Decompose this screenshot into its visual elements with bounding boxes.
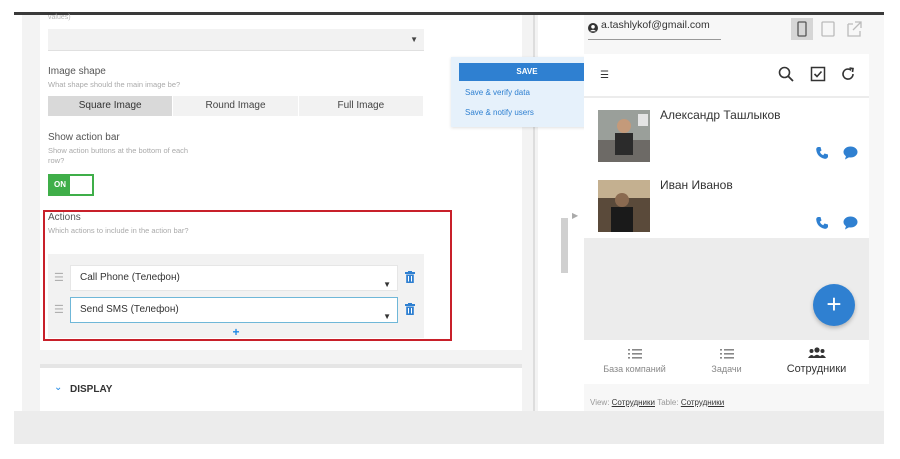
people-icon <box>807 347 826 358</box>
account-underline <box>588 39 721 40</box>
action-value: Send SMS (Телефон) <box>80 304 179 315</box>
action-select[interactable]: Send SMS (Телефон) ▼ <box>70 297 398 323</box>
trash-icon[interactable] <box>405 303 415 315</box>
faded-hint-text: values) <box>48 14 71 21</box>
list-icon <box>627 349 642 359</box>
account-email[interactable]: a.tashlykof@gmail.com <box>601 19 710 31</box>
bottom-strip <box>14 411 884 444</box>
checkbox-icon[interactable] <box>810 66 826 82</box>
action-bar-hint: Show action buttons at the bottom of eac… <box>48 146 189 165</box>
action-row: ☰ Send SMS (Телефон) ▼ <box>48 297 424 323</box>
table-link[interactable]: Сотрудники <box>681 398 724 407</box>
bottom-nav: База компаний Задачи Сотрудники <box>584 340 869 384</box>
external-link-icon[interactable] <box>845 18 863 40</box>
contact-photo <box>598 110 650 162</box>
add-fab-button[interactable]: + <box>813 284 855 326</box>
contact-name: Александр Ташлыков <box>660 108 781 122</box>
nav-label: Сотрудники <box>786 363 847 375</box>
tablet-view-icon[interactable] <box>819 18 837 40</box>
action-bar-label: Show action bar <box>48 132 120 143</box>
refresh-icon[interactable] <box>840 66 856 82</box>
display-section-title[interactable]: DISPLAY <box>70 384 112 395</box>
actions-hint: Which actions to include in the action b… <box>48 226 189 235</box>
image-shape-square[interactable]: Square Image <box>48 96 174 116</box>
search-icon[interactable] <box>778 66 794 82</box>
image-shape-hint: What shape should the main image be? <box>48 80 181 89</box>
message-icon[interactable] <box>843 146 858 160</box>
drag-handle-icon[interactable]: ☰ <box>54 303 64 316</box>
action-select[interactable]: Call Phone (Телефон) ▼ <box>70 265 398 291</box>
panel-splitter[interactable] <box>560 15 568 411</box>
table-label: Table: <box>657 398 679 407</box>
contact-card[interactable]: Иван Иванов <box>584 168 869 238</box>
trash-icon[interactable] <box>405 271 415 283</box>
action-bar-toggle[interactable]: ON <box>48 174 94 196</box>
phone-view-icon[interactable] <box>791 18 813 40</box>
caret-down-icon: ▼ <box>383 280 391 289</box>
nav-item-employees[interactable]: Сотрудники <box>769 344 864 375</box>
nav-label: Задачи <box>711 364 742 374</box>
image-shape-label: Image shape <box>48 66 106 77</box>
contact-card[interactable]: Александр Ташлыков <box>584 98 869 168</box>
view-label: View: <box>590 398 610 407</box>
toggle-knob <box>70 176 92 194</box>
nav-label: База компаний <box>603 364 666 374</box>
image-shape-selector: Square Image Round Image Full Image <box>48 96 424 116</box>
add-action-button[interactable]: + <box>48 326 424 338</box>
phone-icon[interactable] <box>815 146 829 160</box>
action-value: Call Phone (Телефон) <box>80 272 180 283</box>
chevron-down-icon[interactable]: ⌄ <box>54 382 62 393</box>
phone-icon[interactable] <box>815 216 829 230</box>
save-button[interactable]: SAVE <box>459 63 595 81</box>
toggle-on-text: ON <box>54 180 66 189</box>
save-notify-item[interactable]: Save & notify users <box>465 108 534 117</box>
list-icon <box>719 349 734 359</box>
view-link[interactable]: Сотрудники <box>612 398 655 407</box>
user-icon <box>588 23 598 33</box>
drag-handle-icon[interactable]: ☰ <box>54 271 64 284</box>
actions-label: Actions <box>48 212 81 223</box>
top-dropdown[interactable]: ▼ <box>48 29 424 51</box>
footer-links: View: Сотрудники Table: Сотрудники <box>590 398 724 407</box>
nav-item-companies[interactable]: База компаний <box>587 344 682 374</box>
nav-item-tasks[interactable]: Задачи <box>679 344 774 374</box>
expand-arrow-icon[interactable]: ▶ <box>572 211 578 220</box>
image-shape-round[interactable]: Round Image <box>173 96 299 116</box>
contact-photo <box>598 180 650 232</box>
save-verify-item[interactable]: Save & verify data <box>465 88 530 97</box>
caret-down-icon: ▼ <box>410 35 418 44</box>
image-shape-full[interactable]: Full Image <box>298 96 424 116</box>
scrollbar-thumb[interactable] <box>561 218 568 273</box>
action-row: ☰ Call Phone (Телефон) ▼ <box>48 265 424 291</box>
menu-icon[interactable]: ☰ <box>600 70 609 81</box>
message-icon[interactable] <box>843 216 858 230</box>
contact-name: Иван Иванов <box>660 178 733 192</box>
app-bar <box>584 54 869 96</box>
